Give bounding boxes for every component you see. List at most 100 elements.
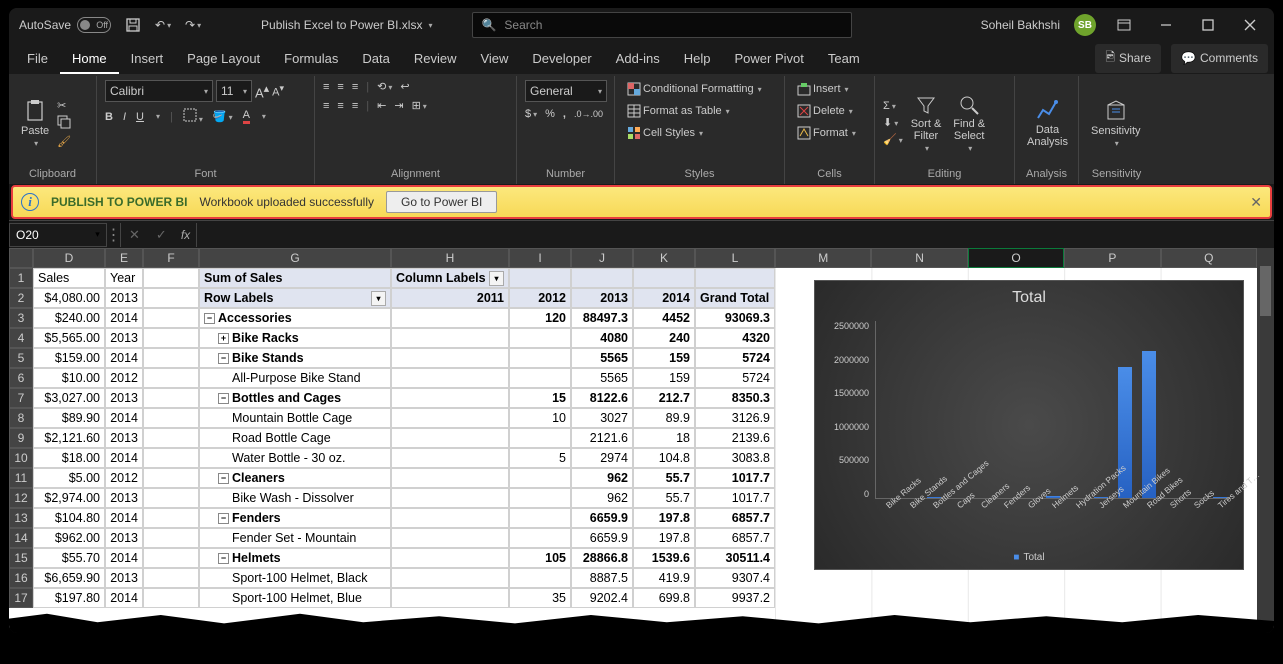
- align-center-icon[interactable]: ≡: [337, 100, 343, 112]
- cell[interactable]: −Bottles and Cages: [199, 388, 391, 408]
- maximize-icon[interactable]: [1194, 11, 1222, 39]
- cell[interactable]: 105: [509, 548, 571, 568]
- embedded-chart[interactable]: Total 2500000200000015000001000000500000…: [814, 280, 1244, 570]
- row-header[interactable]: 1: [9, 268, 33, 288]
- cell[interactable]: $5,565.00: [33, 328, 105, 348]
- undo-icon[interactable]: ↶▾: [155, 17, 171, 33]
- align-right-icon[interactable]: ≡: [352, 100, 358, 112]
- cell[interactable]: 5724: [695, 368, 775, 388]
- filter-dropdown-icon[interactable]: ▾: [371, 291, 386, 306]
- cell[interactable]: 5: [509, 448, 571, 468]
- formula-input[interactable]: [196, 223, 1274, 247]
- cell[interactable]: 197.8: [633, 508, 695, 528]
- cell[interactable]: +Bike Racks: [199, 328, 391, 348]
- cell[interactable]: 28866.8: [571, 548, 633, 568]
- cell[interactable]: [391, 588, 509, 608]
- cell[interactable]: 2014: [105, 508, 143, 528]
- find-select-button[interactable]: Find & Select▾: [949, 90, 989, 157]
- cell[interactable]: 962: [571, 488, 633, 508]
- row-header[interactable]: 11: [9, 468, 33, 488]
- cell[interactable]: −Bike Stands: [199, 348, 391, 368]
- cell[interactable]: [391, 528, 509, 548]
- cell[interactable]: Sport-100 Helmet, Blue: [199, 588, 391, 608]
- data-analysis-button[interactable]: Data Analysis: [1023, 94, 1072, 152]
- col-header-F[interactable]: F: [143, 248, 199, 268]
- tab-review[interactable]: Review: [402, 45, 469, 72]
- col-header-D[interactable]: D: [33, 248, 105, 268]
- cell[interactable]: 30511.4: [695, 548, 775, 568]
- expand-collapse-icon[interactable]: −: [218, 513, 229, 524]
- toggle-switch[interactable]: Off: [77, 17, 111, 33]
- expand-collapse-icon[interactable]: −: [204, 313, 215, 324]
- cell[interactable]: Water Bottle - 30 oz.: [199, 448, 391, 468]
- number-format-combo[interactable]: General▾: [525, 80, 607, 102]
- cell[interactable]: [391, 448, 509, 468]
- wrap-text-icon[interactable]: ↩: [400, 80, 409, 93]
- col-header-O[interactable]: O: [968, 248, 1064, 268]
- cell[interactable]: 8887.5: [571, 568, 633, 588]
- row-header[interactable]: 12: [9, 488, 33, 508]
- message-close-icon[interactable]: ✕: [1250, 194, 1262, 211]
- sort-filter-button[interactable]: Sort & Filter▾: [907, 90, 946, 157]
- cell[interactable]: 5565: [571, 348, 633, 368]
- cell[interactable]: 2013: [105, 428, 143, 448]
- name-box[interactable]: O20: [9, 223, 89, 247]
- cell[interactable]: $5.00: [33, 468, 105, 488]
- go-to-powerbi-button[interactable]: Go to Power BI: [386, 191, 497, 213]
- cell[interactable]: [391, 468, 509, 488]
- row-header[interactable]: 9: [9, 428, 33, 448]
- expand-collapse-icon[interactable]: +: [218, 333, 229, 344]
- cell[interactable]: 419.9: [633, 568, 695, 588]
- cell[interactable]: 1017.7: [695, 488, 775, 508]
- cell[interactable]: [143, 448, 199, 468]
- cell[interactable]: Mountain Bottle Cage: [199, 408, 391, 428]
- tab-formulas[interactable]: Formulas: [272, 45, 350, 72]
- cell[interactable]: 2013: [105, 388, 143, 408]
- cell[interactable]: [143, 408, 199, 428]
- cell[interactable]: 197.8: [633, 528, 695, 548]
- cell[interactable]: [509, 328, 571, 348]
- cell[interactable]: [391, 428, 509, 448]
- decrease-font-icon[interactable]: A▾: [272, 83, 284, 99]
- paste-button[interactable]: Paste▾: [17, 95, 53, 152]
- cell[interactable]: [143, 268, 199, 288]
- cell[interactable]: 8350.3: [695, 388, 775, 408]
- col-header-K[interactable]: K: [633, 248, 695, 268]
- cell[interactable]: 240: [633, 328, 695, 348]
- col-header-J[interactable]: J: [571, 248, 633, 268]
- cell[interactable]: 104.8: [633, 448, 695, 468]
- col-header-M[interactable]: M: [775, 248, 871, 268]
- tab-file[interactable]: File: [15, 45, 60, 72]
- cell[interactable]: 88497.3: [571, 308, 633, 328]
- tab-data[interactable]: Data: [350, 45, 401, 72]
- cell[interactable]: [391, 308, 509, 328]
- cell[interactable]: [391, 568, 509, 588]
- cell[interactable]: 2014: [633, 288, 695, 308]
- cell[interactable]: [509, 488, 571, 508]
- italic-button[interactable]: I: [123, 111, 126, 123]
- spreadsheet-grid[interactable]: DEFGHIJKL1SalesYearSum of SalesColumn La…: [9, 248, 1274, 628]
- format-cells-button[interactable]: Format▾: [793, 124, 860, 142]
- cell[interactable]: Road Bottle Cage: [199, 428, 391, 448]
- cell[interactable]: 159: [633, 348, 695, 368]
- save-icon[interactable]: [125, 17, 141, 33]
- row-header[interactable]: 2: [9, 288, 33, 308]
- cell[interactable]: $159.00: [33, 348, 105, 368]
- col-header-Q[interactable]: Q: [1161, 248, 1257, 268]
- cell[interactable]: −Fenders: [199, 508, 391, 528]
- cell[interactable]: [391, 328, 509, 348]
- cell[interactable]: 159: [633, 368, 695, 388]
- cell[interactable]: 4080: [571, 328, 633, 348]
- row-header[interactable]: 10: [9, 448, 33, 468]
- cell[interactable]: 10: [509, 408, 571, 428]
- cell[interactable]: $240.00: [33, 308, 105, 328]
- autosum-icon[interactable]: Σ▾: [883, 100, 903, 112]
- cell[interactable]: [143, 348, 199, 368]
- cell[interactable]: 3083.8: [695, 448, 775, 468]
- cell[interactable]: 120: [509, 308, 571, 328]
- cell[interactable]: 1017.7: [695, 468, 775, 488]
- cell[interactable]: −Helmets: [199, 548, 391, 568]
- row-header[interactable]: 17: [9, 588, 33, 608]
- tab-home[interactable]: Home: [60, 45, 119, 74]
- percent-icon[interactable]: %: [545, 108, 555, 120]
